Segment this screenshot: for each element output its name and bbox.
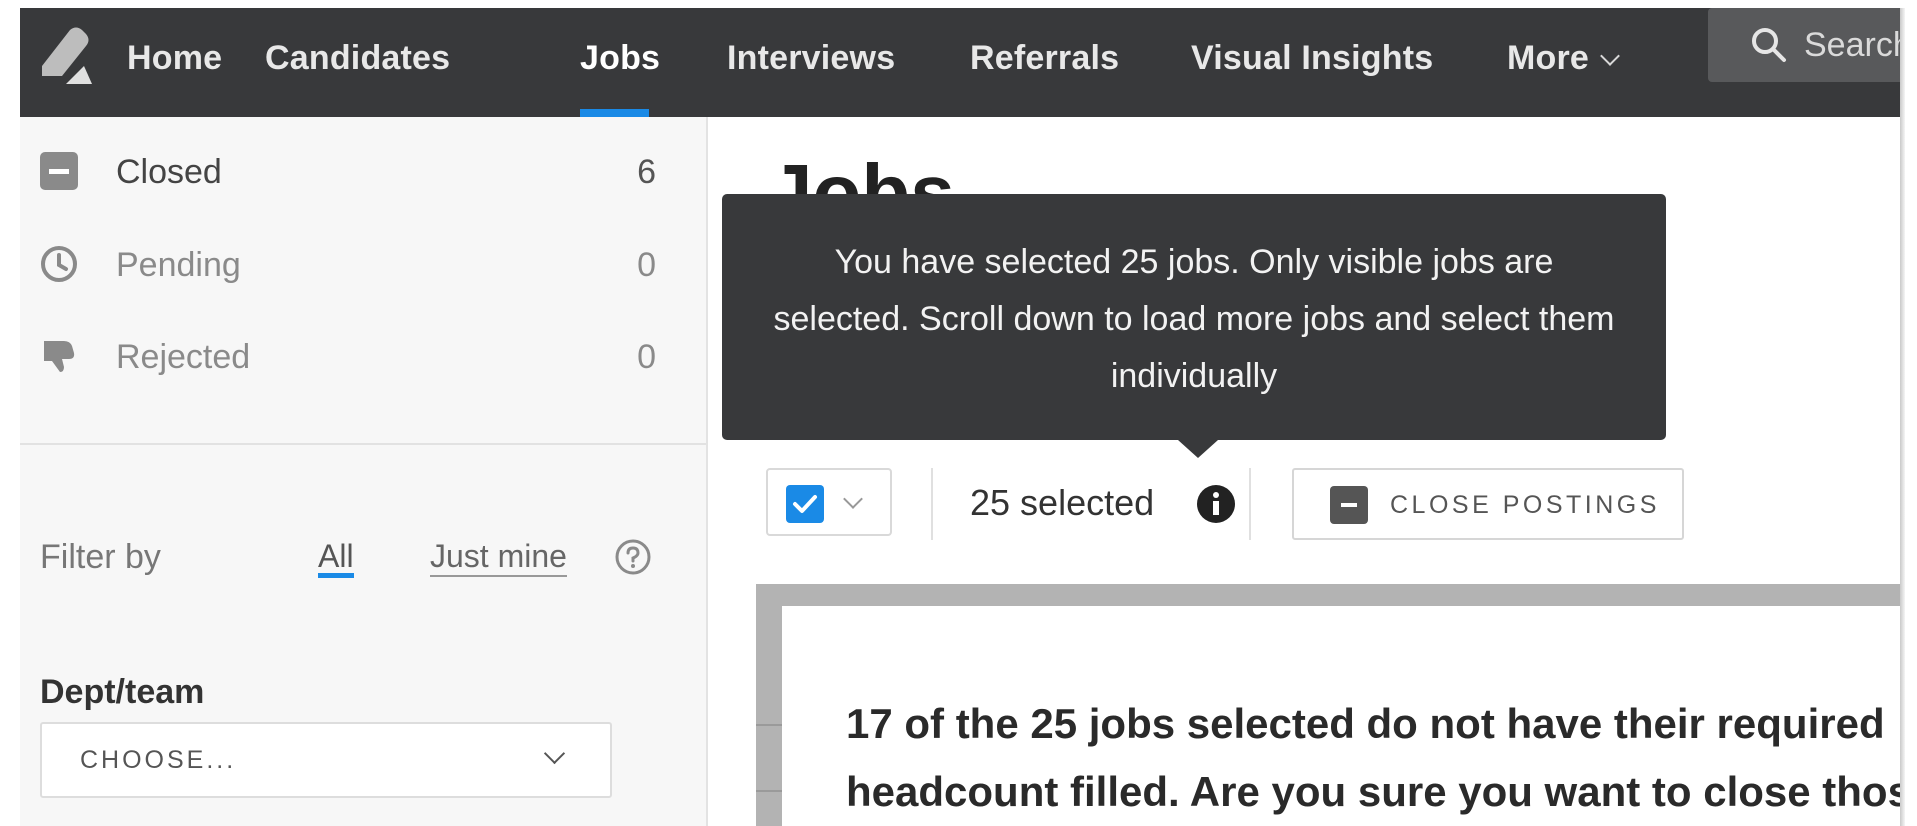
search-label: Search	[1804, 26, 1902, 64]
sidebar-item-rejected[interactable]: Rejected 0	[20, 317, 706, 397]
selected-count: 25 selected	[970, 482, 1155, 523]
top-nav: Home Candidates Jobs Interviews Referral…	[20, 8, 1902, 117]
checkbox-checked-icon	[786, 485, 824, 523]
nav-jobs[interactable]: Jobs	[580, 8, 660, 117]
toolbar-divider	[931, 468, 933, 540]
minus-square-icon	[1330, 486, 1368, 524]
sidebar-item-pending[interactable]: Pending 0	[20, 225, 706, 305]
window-edge	[1900, 8, 1905, 826]
nav-visual-insights[interactable]: Visual Insights	[1191, 8, 1433, 117]
toolbar-divider	[1249, 468, 1251, 540]
dept-team-select[interactable]: CHOOSE...	[40, 722, 612, 798]
nav-interviews[interactable]: Interviews	[727, 8, 895, 117]
dialog-message: 17 of the 25 jobs selected do not have t…	[846, 700, 1902, 815]
bulk-select-checkbox[interactable]	[766, 468, 892, 536]
question-circle-icon[interactable]	[614, 538, 652, 576]
nav-more-label: More	[1507, 39, 1590, 77]
thumbs-down-icon	[44, 341, 75, 372]
dept-team-label: Dept/team	[40, 673, 205, 711]
info-icon[interactable]	[1196, 484, 1236, 524]
overlay-divider	[756, 724, 782, 726]
filter-option-just-mine[interactable]: Just mine	[430, 517, 567, 577]
sidebar-divider	[20, 443, 706, 445]
dept-team-select-value: CHOOSE...	[80, 746, 237, 774]
selection-tooltip: You have selected 25 jobs. Only visible …	[722, 194, 1666, 458]
active-tab-indicator	[580, 109, 649, 117]
close-postings-button[interactable]: CLOSE POSTINGS	[1292, 468, 1684, 540]
close-postings-label: CLOSE POSTINGS	[1390, 491, 1660, 519]
clock-icon	[41, 246, 77, 282]
nav-referrals[interactable]: Referrals	[970, 8, 1119, 117]
nav-home[interactable]: Home	[127, 8, 222, 117]
sidebar-item-count: 0	[637, 246, 656, 284]
sidebar-item-closed[interactable]: Closed 6	[20, 132, 706, 212]
chevron-down-icon	[1600, 46, 1620, 66]
sidebar-item-label: Closed	[116, 153, 222, 191]
sidebar-item-count: 6	[637, 153, 656, 191]
confirm-close-dialog: 17 of the 25 jobs selected do not have t…	[782, 606, 1902, 826]
filter-label: Filter by	[40, 538, 161, 576]
chevron-down-icon	[543, 742, 566, 765]
chevron-down-icon[interactable]	[843, 489, 863, 509]
modal-overlay: 17 of the 25 jobs selected do not have t…	[756, 584, 1902, 826]
nav-candidates[interactable]: Candidates	[265, 8, 450, 117]
sidebar: Closed 6 Pending 0 Rejected 0 Filter by …	[20, 117, 708, 826]
sidebar-item-label: Pending	[116, 246, 241, 284]
overlay-divider	[756, 790, 782, 792]
search-icon	[1752, 28, 1786, 62]
app-frame: Home Candidates Jobs Interviews Referral…	[20, 8, 1902, 826]
tooltip-text: You have selected 25 jobs. Only visible …	[773, 243, 1615, 395]
tooltip-arrow	[1178, 440, 1218, 458]
sidebar-item-label: Rejected	[116, 338, 251, 376]
search-button[interactable]: Search	[1708, 8, 1902, 82]
closed-minus-icon	[40, 152, 78, 190]
filter-option-all[interactable]: All	[318, 517, 354, 578]
nav-more[interactable]: More	[1507, 8, 1620, 117]
sidebar-item-count: 0	[637, 338, 656, 376]
logo-icon[interactable]	[36, 26, 98, 88]
